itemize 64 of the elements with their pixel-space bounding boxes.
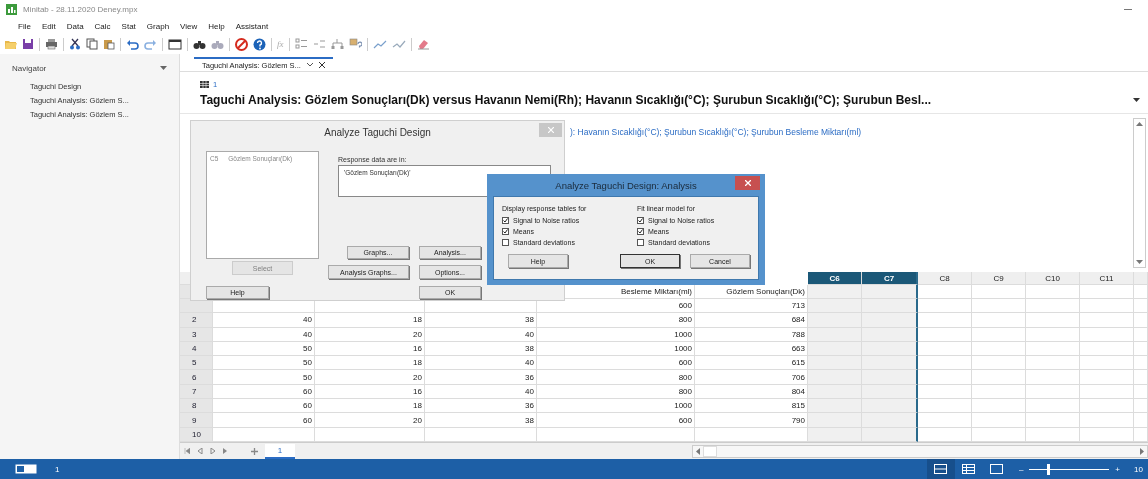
row-number: 9 (180, 413, 213, 428)
column-header[interactable]: C8 (918, 272, 972, 285)
status-text: 1 (55, 464, 60, 474)
sheet-tab[interactable]: 1 (265, 443, 295, 459)
table-cell[interactable]: 1000 (537, 327, 695, 342)
table-cell[interactable]: 20 (315, 413, 425, 428)
table-cell[interactable]: 60 (213, 413, 315, 428)
zoom-level: 10 (1134, 464, 1144, 474)
table-cell[interactable]: 60 (213, 384, 315, 400)
table-cell[interactable]: 788 (695, 327, 808, 342)
menu-item[interactable]: Assistant (235, 21, 269, 31)
table-cell[interactable]: 16 (315, 341, 425, 357)
column-header[interactable]: C10 (1026, 272, 1080, 285)
zoom-in-button[interactable]: + (1115, 464, 1120, 474)
dialog-title: Analyze Taguchi Design: Analysis (555, 179, 697, 191)
table-cell[interactable]: 1000 (537, 341, 695, 357)
table-cell[interactable]: 38 (425, 413, 537, 428)
table-cell[interactable]: 18 (315, 313, 425, 328)
table-cell[interactable]: 40 (213, 313, 315, 328)
table-cell[interactable]: 800 (537, 370, 695, 385)
row-number: 6 (180, 370, 213, 385)
table-cell[interactable]: 600 (537, 413, 695, 428)
column-header[interactable]: C7 (862, 272, 918, 285)
menu-item[interactable]: Calc (94, 21, 111, 31)
output-text: ): Havanın Sıcaklığı(°C); Şurubun Sıcaklığı(°C); Şurubun Besleme Miktarı(ml) (570, 127, 862, 137)
table-cell[interactable]: 40 (425, 356, 537, 371)
menu-item[interactable]: Help (208, 21, 225, 31)
table-cell[interactable]: 50 (213, 341, 315, 357)
output-heading: Taguchi Analysis: Gözlem Sonuçları(Dk) versus Havanın Nemi(Rh); Havanın Sıcaklığı(°C); Şurubun Sıcaklığı(°C); Şurubun Besl... (200, 93, 932, 107)
table-cell[interactable]: 16 (315, 384, 425, 400)
menu-item[interactable]: View (180, 21, 198, 31)
window-title: Minitab - 28.11.2020 Deney.mpx (23, 4, 139, 14)
table-cell[interactable]: 40 (213, 327, 315, 342)
table-cell[interactable]: 20 (315, 327, 425, 342)
table-cell[interactable]: 18 (315, 399, 425, 414)
menu-item[interactable]: Graph (146, 21, 170, 31)
table-cell[interactable]: 600 (537, 356, 695, 371)
table-cell[interactable]: 1000 (537, 399, 695, 414)
column-header[interactable]: C6 (808, 272, 862, 285)
table-cell[interactable]: 18 (315, 356, 425, 371)
table-cell[interactable]: 38 (425, 341, 537, 357)
menu-item[interactable]: Edit (41, 21, 56, 31)
table-cell[interactable]: 60 (213, 399, 315, 414)
table-cell[interactable]: 36 (425, 370, 537, 385)
table-cell[interactable]: 20 (315, 370, 425, 385)
dialog-title: Analyze Taguchi Design (324, 126, 431, 138)
table-cell[interactable]: 800 (537, 313, 695, 328)
zoom-out-button[interactable]: – (1018, 464, 1024, 474)
column-header[interactable]: C11 (1080, 272, 1134, 285)
table-cell[interactable]: 40 (425, 384, 537, 400)
panel-title: Navigator (12, 63, 47, 73)
table-cell[interactable]: 40 (425, 327, 537, 342)
table-cell[interactable]: 50 (213, 370, 315, 385)
table-cell[interactable]: 800 (537, 384, 695, 400)
menu-item[interactable]: File (18, 21, 31, 31)
column-header[interactable]: C9 (972, 272, 1026, 285)
table-cell[interactable]: 38 (425, 313, 537, 328)
table-cell[interactable]: 50 (213, 356, 315, 371)
row-number: 5 (180, 356, 213, 371)
menu-item[interactable]: Data (66, 21, 84, 31)
row-number: 8 (180, 399, 213, 414)
table-cell[interactable]: 36 (425, 399, 537, 414)
menu-item[interactable]: Stat (121, 21, 136, 31)
row-number: 2 (180, 313, 213, 328)
